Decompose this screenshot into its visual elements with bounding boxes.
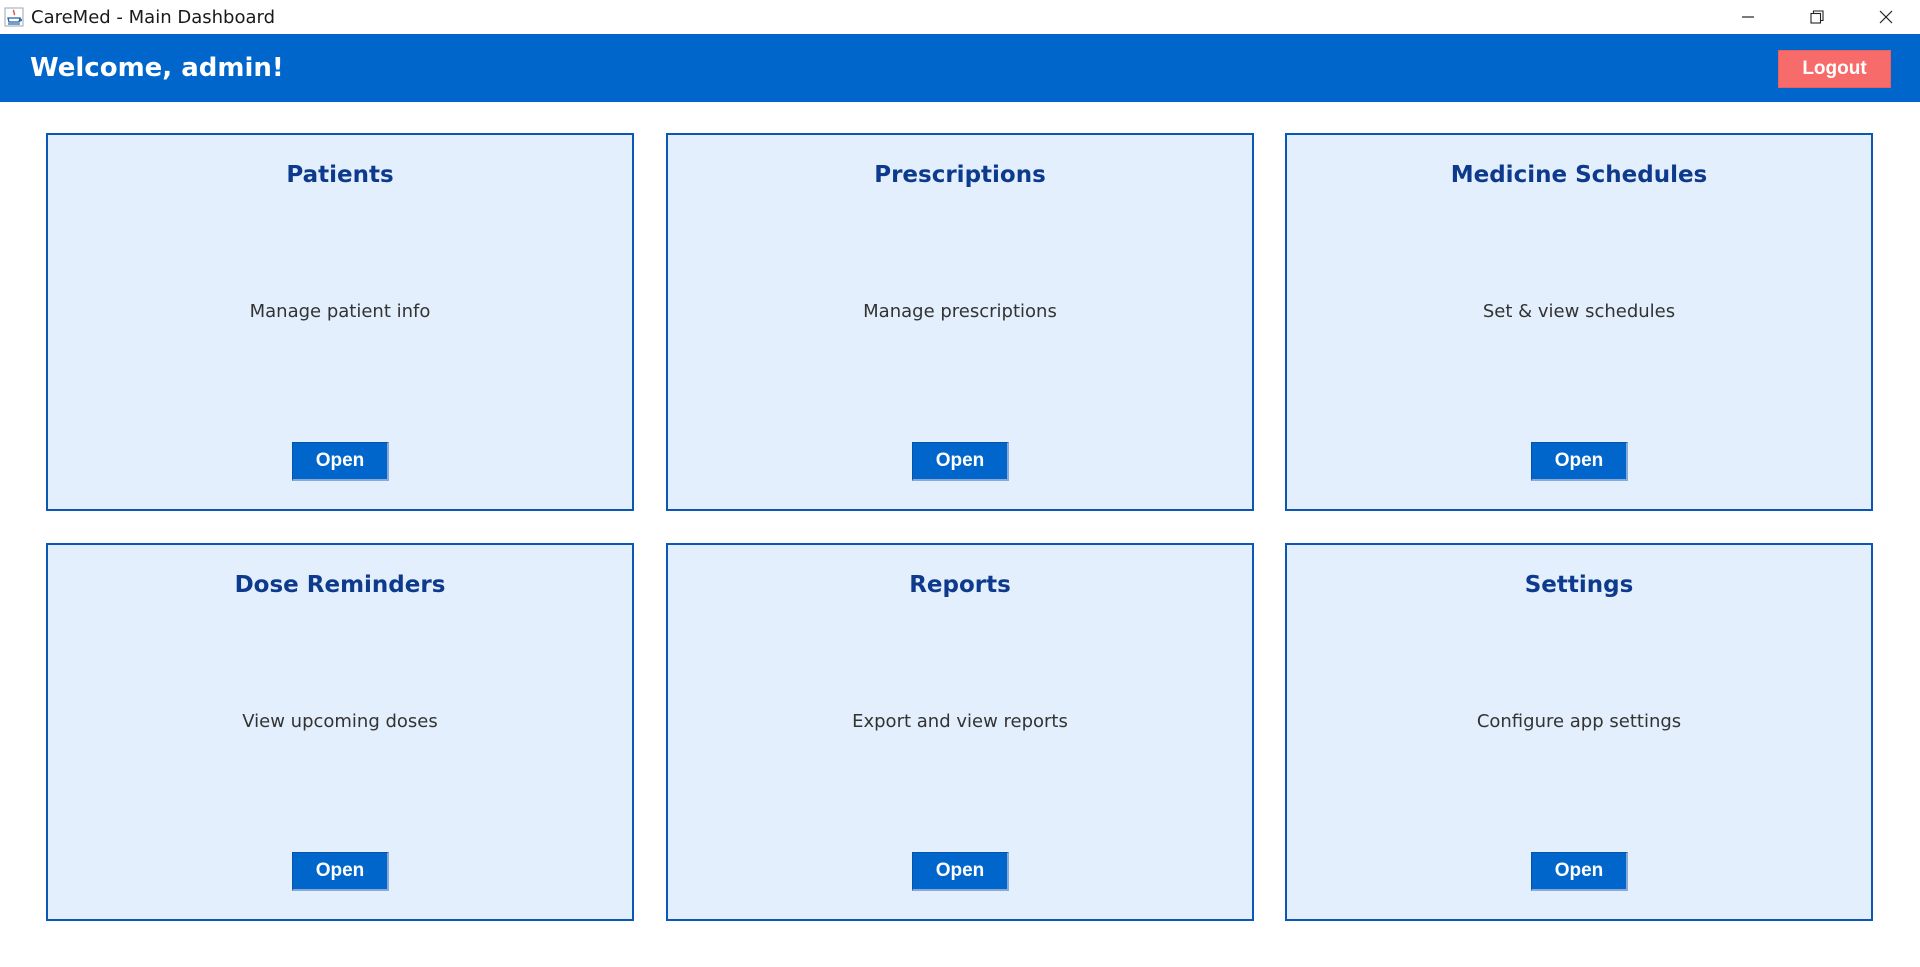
close-icon xyxy=(1879,10,1892,24)
card-settings: Settings Configure app settings Open xyxy=(1285,543,1873,921)
welcome-message: Welcome, admin! xyxy=(30,53,284,83)
card-description: Configure app settings xyxy=(1476,711,1682,732)
card-description: Export and view reports xyxy=(852,711,1068,732)
card-title: Dose Reminders xyxy=(234,572,446,598)
close-button[interactable] xyxy=(1851,0,1920,34)
minimize-icon xyxy=(1741,16,1754,18)
app-window: CareMed - Main Dashboard Welcome, admin!… xyxy=(0,0,1920,967)
card-reports: Reports Export and view reports Open xyxy=(666,543,1254,921)
minimize-button[interactable] xyxy=(1713,0,1782,34)
logout-button[interactable]: Logout xyxy=(1778,50,1891,88)
restore-icon xyxy=(1809,10,1824,24)
open-medicine-schedules-button[interactable]: Open xyxy=(1531,442,1628,481)
title-bar: CareMed - Main Dashboard xyxy=(0,0,1920,34)
open-patients-button[interactable]: Open xyxy=(292,442,389,481)
card-title: Prescriptions xyxy=(874,162,1046,188)
card-description: Manage prescriptions xyxy=(863,301,1057,322)
card-patients: Patients Manage patient info Open xyxy=(46,133,634,511)
card-title: Medicine Schedules xyxy=(1450,162,1708,188)
restore-button[interactable] xyxy=(1782,0,1851,34)
card-dose-reminders: Dose Reminders View upcoming doses Open xyxy=(46,543,634,921)
open-reports-button[interactable]: Open xyxy=(912,852,1009,891)
open-settings-button[interactable]: Open xyxy=(1531,852,1628,891)
card-medicine-schedules: Medicine Schedules Set & view schedules … xyxy=(1285,133,1873,511)
card-description: Manage patient info xyxy=(249,301,431,322)
window-controls xyxy=(1713,0,1920,34)
card-prescriptions: Prescriptions Manage prescriptions Open xyxy=(666,133,1254,511)
open-dose-reminders-button[interactable]: Open xyxy=(292,852,389,891)
java-app-icon xyxy=(3,6,25,28)
card-description: View upcoming doses xyxy=(242,711,438,732)
card-description: Set & view schedules xyxy=(1482,301,1676,322)
header-bar: Welcome, admin! Logout xyxy=(0,34,1920,102)
card-title: Patients xyxy=(286,162,394,188)
open-prescriptions-button[interactable]: Open xyxy=(912,442,1009,481)
card-title: Reports xyxy=(909,572,1011,598)
card-title: Settings xyxy=(1524,572,1634,598)
window-title: CareMed - Main Dashboard xyxy=(31,6,275,28)
